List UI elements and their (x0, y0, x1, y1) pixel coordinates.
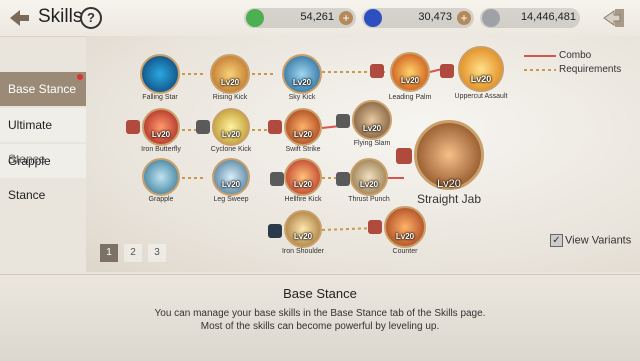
combo-badge-icon (370, 64, 384, 78)
grapple-icon (142, 158, 180, 196)
top-bar: Skills ? 54,261 + 30,473 + 14,446,481 (0, 0, 640, 37)
skill-level: Lv20 (359, 180, 379, 189)
exit-icon[interactable] (602, 7, 626, 29)
combo-badge-icon (126, 120, 140, 134)
help-button[interactable]: ? (80, 7, 102, 29)
hellfire-kick-icon (284, 158, 322, 196)
legend-combo: Combo (559, 50, 592, 61)
combo-badge-icon (396, 148, 412, 164)
leg-sweep-icon (212, 158, 250, 196)
view-variants-label: View Variants (565, 234, 632, 247)
requirement-badge-icon (268, 224, 282, 238)
skill-level: Lv20 (292, 78, 312, 87)
skill-name: Uppercut Assault (454, 93, 508, 100)
skill-level: Lv20 (470, 74, 492, 84)
skill-name: Sky Kick (288, 94, 316, 101)
uppercut-assault-icon (458, 46, 504, 92)
requirement-badge-icon (336, 172, 350, 186)
requirement-badge-icon (196, 120, 210, 134)
skill-level: Lv20 (151, 130, 171, 139)
nav-grapple-stance-label: Grapple Stance (8, 154, 51, 202)
view-variants-toggle[interactable]: ✓ View Variants (550, 234, 631, 247)
gem-icon (364, 9, 382, 27)
skill-name: Hellfire Kick (284, 196, 322, 203)
combo-badge-icon (268, 120, 282, 134)
skill-name: Cyclone Kick (210, 146, 252, 153)
skill-name: Flying Slam (353, 140, 391, 147)
skill-name: Iron Butterfly (141, 146, 181, 153)
skill-level: Lv20 (400, 76, 420, 85)
skill-name: Leg Sweep (213, 196, 249, 203)
page-1-button[interactable]: 1 (100, 244, 118, 262)
description-title: Base Stance (283, 286, 357, 301)
counter-icon (384, 206, 426, 248)
gold-coin-icon (246, 9, 264, 27)
description-line-1: You can manage your base skills in the B… (154, 308, 486, 319)
page-title: Skills (38, 6, 83, 27)
add-gold-button[interactable]: + (339, 11, 353, 25)
skill-level: Lv20 (221, 180, 241, 189)
falling-star-icon (140, 54, 180, 94)
skill-name: Grapple (148, 196, 174, 203)
leading-palm-icon (390, 52, 430, 92)
nav-grapple-stance[interactable]: Grapple Stance (0, 144, 86, 202)
skill-level: Lv20 (221, 130, 241, 139)
swift-strike-icon (284, 108, 322, 146)
page-2-button[interactable]: 2 (124, 244, 142, 262)
nav-base-stance[interactable]: Base Stance (0, 72, 86, 106)
rising-kick-icon (210, 54, 250, 94)
cyclone-kick-icon (212, 108, 250, 146)
description-panel: Base Stance You can manage your base ski… (0, 274, 640, 361)
description-line-2: Most of the skills can become powerful b… (200, 321, 440, 332)
skill-name: Swift Strike (285, 146, 321, 153)
skill-name: Counter (392, 248, 418, 255)
skill-name: Thrust Punch (348, 196, 390, 203)
requirement-badge-icon (336, 114, 350, 128)
skill-level: Lv20 (220, 78, 240, 87)
skill-level: Lv20 (395, 232, 415, 241)
combo-badge-icon (440, 64, 454, 78)
back-arrow-icon[interactable] (6, 6, 32, 30)
gems-value: 30,473 (418, 11, 452, 23)
currency-gold: 54,261 + (244, 8, 356, 28)
iron-butterfly-icon (142, 108, 180, 146)
skill-level: Lv20 (293, 232, 313, 241)
skill-name: Rising Kick (212, 94, 248, 101)
iron-shoulder-icon (284, 210, 322, 248)
flying-slam-icon (352, 100, 392, 140)
currency-gems: 30,473 + (362, 8, 474, 28)
stance-nav: Base Stance Ultimate Stance Grapple Stan… (0, 72, 86, 202)
skill-name: Falling Star (142, 94, 178, 101)
skill-level: Lv20 (362, 124, 382, 133)
skill-level: Lv20 (293, 180, 313, 189)
skill-level: Lv20 (293, 130, 313, 139)
skill-level: Lv20 (437, 178, 461, 190)
add-gems-button[interactable]: + (457, 11, 471, 25)
gold-value: 54,261 (300, 11, 334, 23)
skill-name: Straight Jab (416, 192, 482, 206)
sky-kick-icon (282, 54, 322, 94)
currency-silver: 14,446,481 (480, 8, 580, 28)
combo-badge-icon (368, 220, 382, 234)
silver-value: 14,446,481 (520, 11, 576, 23)
nav-base-stance-label: Base Stance (8, 82, 77, 96)
requirement-badge-icon (270, 172, 284, 186)
skill-name: Iron Shoulder (281, 248, 325, 255)
nav-ultimate-stance[interactable]: Ultimate Stance (0, 108, 86, 166)
skill-name: Leading Palm (388, 94, 432, 101)
thrust-punch-icon (350, 158, 388, 196)
notification-dot (77, 74, 83, 80)
legend-requirements: Requirements (559, 64, 622, 75)
checkbox-icon[interactable]: ✓ (550, 234, 563, 247)
page-3-button[interactable]: 3 (148, 244, 166, 262)
silver-coin-icon (482, 9, 500, 27)
